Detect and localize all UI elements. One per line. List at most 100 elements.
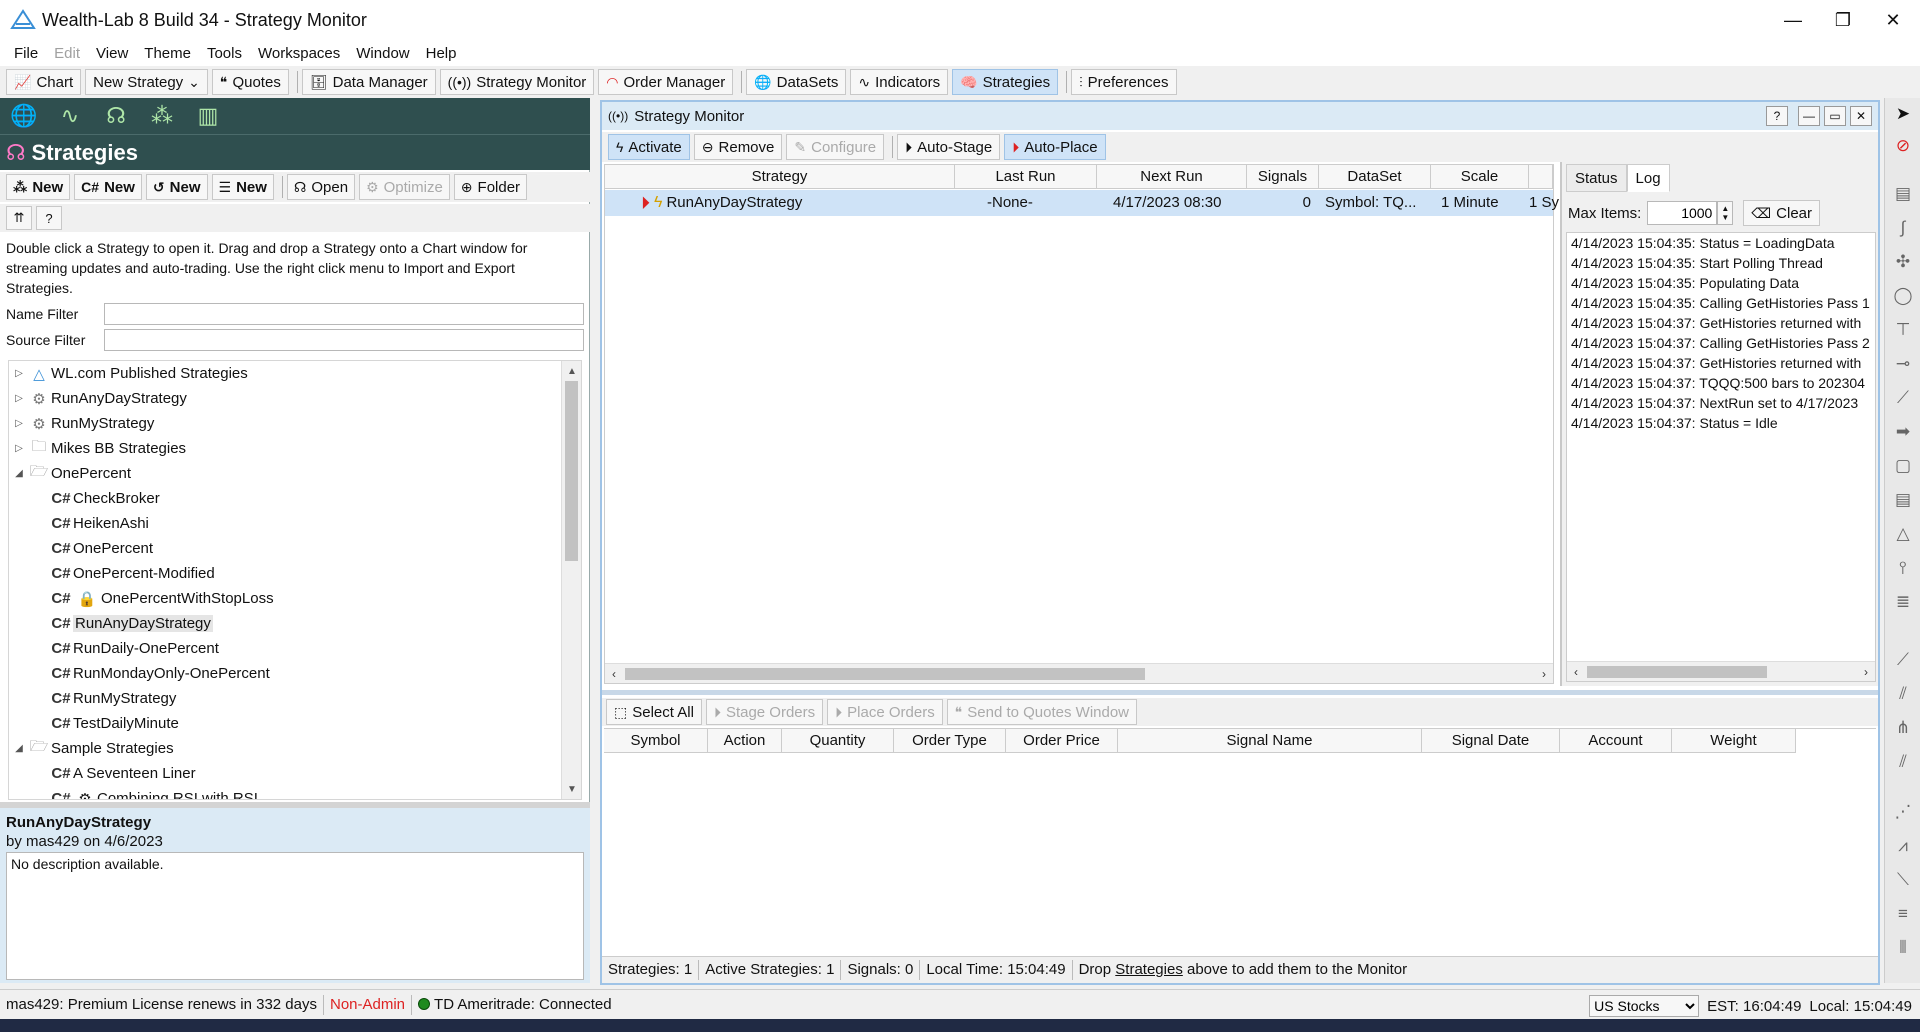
- select-all-button[interactable]: ⬚ Select All: [606, 699, 702, 725]
- order-manager-button[interactable]: ◠ Order Manager: [598, 69, 734, 95]
- ray-icon[interactable]: ⟋: [1889, 646, 1917, 674]
- triangle-icon[interactable]: △: [1889, 520, 1917, 548]
- tree-scrollbar[interactable]: ▲ ▼: [561, 361, 581, 799]
- play-circle-red-icon[interactable]: ⏵: [641, 194, 650, 212]
- curve-icon[interactable]: ∫: [1889, 214, 1917, 242]
- ellipse-icon[interactable]: ◯: [1889, 282, 1917, 310]
- col-signals[interactable]: Signals: [1247, 165, 1319, 188]
- monitor-help-button[interactable]: ?: [1766, 106, 1788, 126]
- spinner-up-icon[interactable]: ▲: [1721, 204, 1729, 213]
- fibonacci-icon[interactable]: ≣: [1889, 588, 1917, 616]
- tree-item[interactable]: C# RunMondayOnly-OnePercent: [49, 661, 269, 686]
- preferences-button[interactable]: ⫶ Preferences: [1071, 69, 1177, 95]
- expand-icon[interactable]: ▷: [11, 368, 27, 379]
- quotes-button[interactable]: ❝ Quotes: [211, 69, 289, 95]
- col-dataset[interactable]: DataSet: [1319, 165, 1431, 188]
- indicators-button[interactable]: ∿ Indicators: [850, 69, 949, 95]
- pointer-icon[interactable]: ➤: [1889, 100, 1917, 128]
- globe-icon[interactable]: 🌐: [8, 103, 40, 129]
- menu-help[interactable]: Help: [418, 45, 465, 62]
- col-next-run[interactable]: Next Run: [1097, 165, 1247, 188]
- pitchfork-icon[interactable]: ⋔: [1889, 714, 1917, 742]
- col-weight[interactable]: Weight: [1672, 729, 1796, 752]
- menu-view[interactable]: View: [88, 45, 136, 62]
- activate-button[interactable]: ϟ Activate: [608, 134, 690, 160]
- scroll-thumb[interactable]: [1587, 666, 1767, 678]
- place-orders-button[interactable]: ⏵ Place Orders: [827, 699, 943, 725]
- col-action[interactable]: Action: [708, 729, 782, 752]
- tree-item[interactable]: C# OnePercent: [49, 536, 153, 561]
- scroll-up-icon[interactable]: ▲: [562, 361, 581, 381]
- monitor-splitter[interactable]: [602, 690, 1878, 695]
- auto-stage-button[interactable]: ⏵ Auto-Stage: [897, 134, 1001, 160]
- new-stack-strategy-button[interactable]: ☰ New: [211, 174, 274, 200]
- spinner-down-icon[interactable]: ▼: [1721, 213, 1729, 222]
- scroll-right-icon[interactable]: ›: [1535, 664, 1553, 684]
- cycle-lines-icon[interactable]: ⦀: [1889, 934, 1917, 962]
- monitor-restore-button[interactable]: ▭: [1824, 106, 1846, 126]
- tree-item[interactable]: ▷ △ WL.com Published Strategies: [11, 361, 248, 386]
- strategy-monitor-button[interactable]: ((•)) Strategy Monitor: [439, 69, 595, 95]
- tree-item[interactable]: C# 🔒 OnePercentWithStopLoss: [49, 586, 273, 611]
- send-to-quotes-button[interactable]: ❝ Send to Quotes Window: [946, 699, 1138, 725]
- tree-item[interactable]: C# RunMyStrategy: [49, 686, 176, 711]
- clear-log-button[interactable]: ⌫ Clear: [1743, 200, 1821, 226]
- orders-grid[interactable]: Symbol Action Quantity Order Type Order …: [604, 728, 1876, 954]
- menu-file[interactable]: File: [6, 45, 46, 62]
- chart-button[interactable]: 📈 Chart: [6, 69, 82, 95]
- monitor-minimize-button[interactable]: —: [1798, 106, 1820, 126]
- monitor-close-button[interactable]: ✕: [1850, 106, 1872, 126]
- new-rewind-strategy-button[interactable]: ↺ New: [145, 174, 208, 200]
- scroll-thumb[interactable]: [565, 381, 578, 561]
- expand-icon[interactable]: ▷: [11, 443, 27, 454]
- tree-item[interactable]: C# CheckBroker: [49, 486, 159, 511]
- tree-item-selected[interactable]: C# RunAnyDayStrategy: [49, 611, 213, 636]
- col-order-type[interactable]: Order Type: [894, 729, 1006, 752]
- tab-log[interactable]: Log: [1626, 164, 1670, 192]
- tree-item[interactable]: C# RunDaily-OnePercent: [49, 636, 219, 661]
- market-select[interactable]: US Stocks: [1589, 995, 1700, 1017]
- tree-item[interactable]: C# HeikenAshi: [49, 511, 148, 536]
- col-signal-name[interactable]: Signal Name: [1118, 729, 1422, 752]
- scroll-thumb[interactable]: [625, 668, 1145, 680]
- col-signal-date[interactable]: Signal Date: [1422, 729, 1560, 752]
- datasets-button[interactable]: 🌐 DataSets: [746, 69, 847, 95]
- optimize-button[interactable]: ⚙ Optimize: [359, 174, 450, 200]
- expand-icon[interactable]: ◢: [11, 743, 27, 754]
- wave-icon[interactable]: ∿: [54, 103, 86, 129]
- menu-edit[interactable]: Edit: [46, 45, 88, 62]
- cursor-line-icon[interactable]: ⫯: [1889, 554, 1917, 582]
- gann-icon[interactable]: ⟍: [1889, 866, 1917, 894]
- new-blocks-strategy-button[interactable]: ⁂ New: [6, 174, 71, 200]
- strategies-button[interactable]: 🧠 Strategies: [952, 69, 1059, 95]
- close-button[interactable]: ✕: [1868, 0, 1918, 40]
- no-entry-icon[interactable]: ⊘: [1889, 132, 1917, 160]
- arrow-right-icon[interactable]: ➡: [1889, 418, 1917, 446]
- text-note-icon[interactable]: ▤: [1889, 486, 1917, 514]
- scroll-left-icon[interactable]: ‹: [605, 664, 623, 684]
- folder-button[interactable]: ⊕ Folder: [453, 174, 528, 200]
- col-order-price[interactable]: Order Price: [1006, 729, 1118, 752]
- col-quantity[interactable]: Quantity: [782, 729, 894, 752]
- maximize-button[interactable]: ❐: [1818, 0, 1868, 40]
- molecule-icon[interactable]: ⁂: [146, 103, 178, 129]
- open-button[interactable]: ☊ Open: [286, 174, 356, 200]
- tree-item[interactable]: C# ⚙ Combining RSI with RSI: [49, 786, 258, 799]
- tree-item[interactable]: ◢ 🗁 Sample Strategies: [11, 736, 173, 761]
- max-items-input[interactable]: [1647, 201, 1718, 225]
- details-description[interactable]: No description available.: [6, 852, 584, 980]
- stage-orders-button[interactable]: ⏵ Stage Orders: [705, 699, 824, 725]
- scroll-left-icon[interactable]: ‹: [1567, 662, 1585, 681]
- col-last-run[interactable]: Last Run: [955, 165, 1097, 188]
- horizontal-line-icon[interactable]: ⊸: [1889, 350, 1917, 378]
- minimize-button[interactable]: —: [1768, 0, 1818, 40]
- strategies-link[interactable]: Strategies: [1115, 961, 1183, 978]
- col-strategy[interactable]: Strategy: [605, 165, 955, 188]
- source-filter-input[interactable]: [104, 329, 584, 351]
- expand-icon[interactable]: ▷: [11, 393, 27, 404]
- col-account[interactable]: Account: [1560, 729, 1672, 752]
- max-items-spinner[interactable]: ▲ ▼: [1717, 201, 1734, 225]
- col-symbols[interactable]: [1529, 165, 1553, 188]
- channel-icon[interactable]: ⫽: [1889, 680, 1917, 708]
- parallel-lines-icon[interactable]: ⫽: [1889, 748, 1917, 776]
